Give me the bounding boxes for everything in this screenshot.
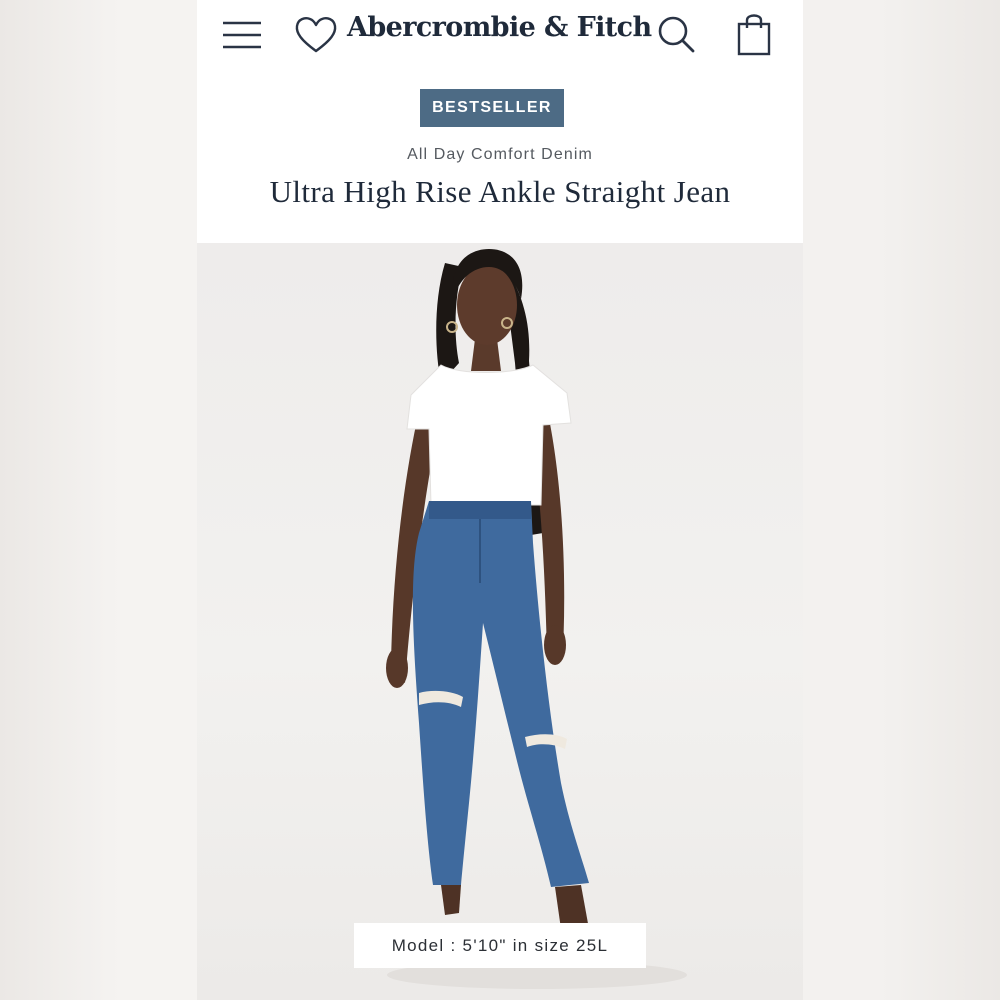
product-collection: All Day Comfort Denim (407, 146, 593, 163)
product-page: Abercrombie & Fitch BESTSELLER All Day C… (197, 0, 803, 1000)
bestseller-badge: BESTSELLER (420, 89, 564, 127)
product-image[interactable]: Model : 5'10" in size 25L (197, 243, 803, 1000)
model-photo-illustration (386, 249, 687, 989)
model-size-caption: Model : 5'10" in size 25L (354, 923, 646, 968)
heart-icon[interactable] (293, 14, 339, 56)
brand-logo[interactable]: Abercrombie & Fitch (347, 12, 652, 43)
top-navigation-bar: Abercrombie & Fitch (197, 0, 803, 72)
product-title: Ultra High Rise Ankle Straight Jean (269, 174, 731, 209)
search-icon[interactable] (655, 12, 697, 56)
menu-icon[interactable] (219, 16, 263, 54)
shopping-bag-icon[interactable] (735, 10, 775, 58)
